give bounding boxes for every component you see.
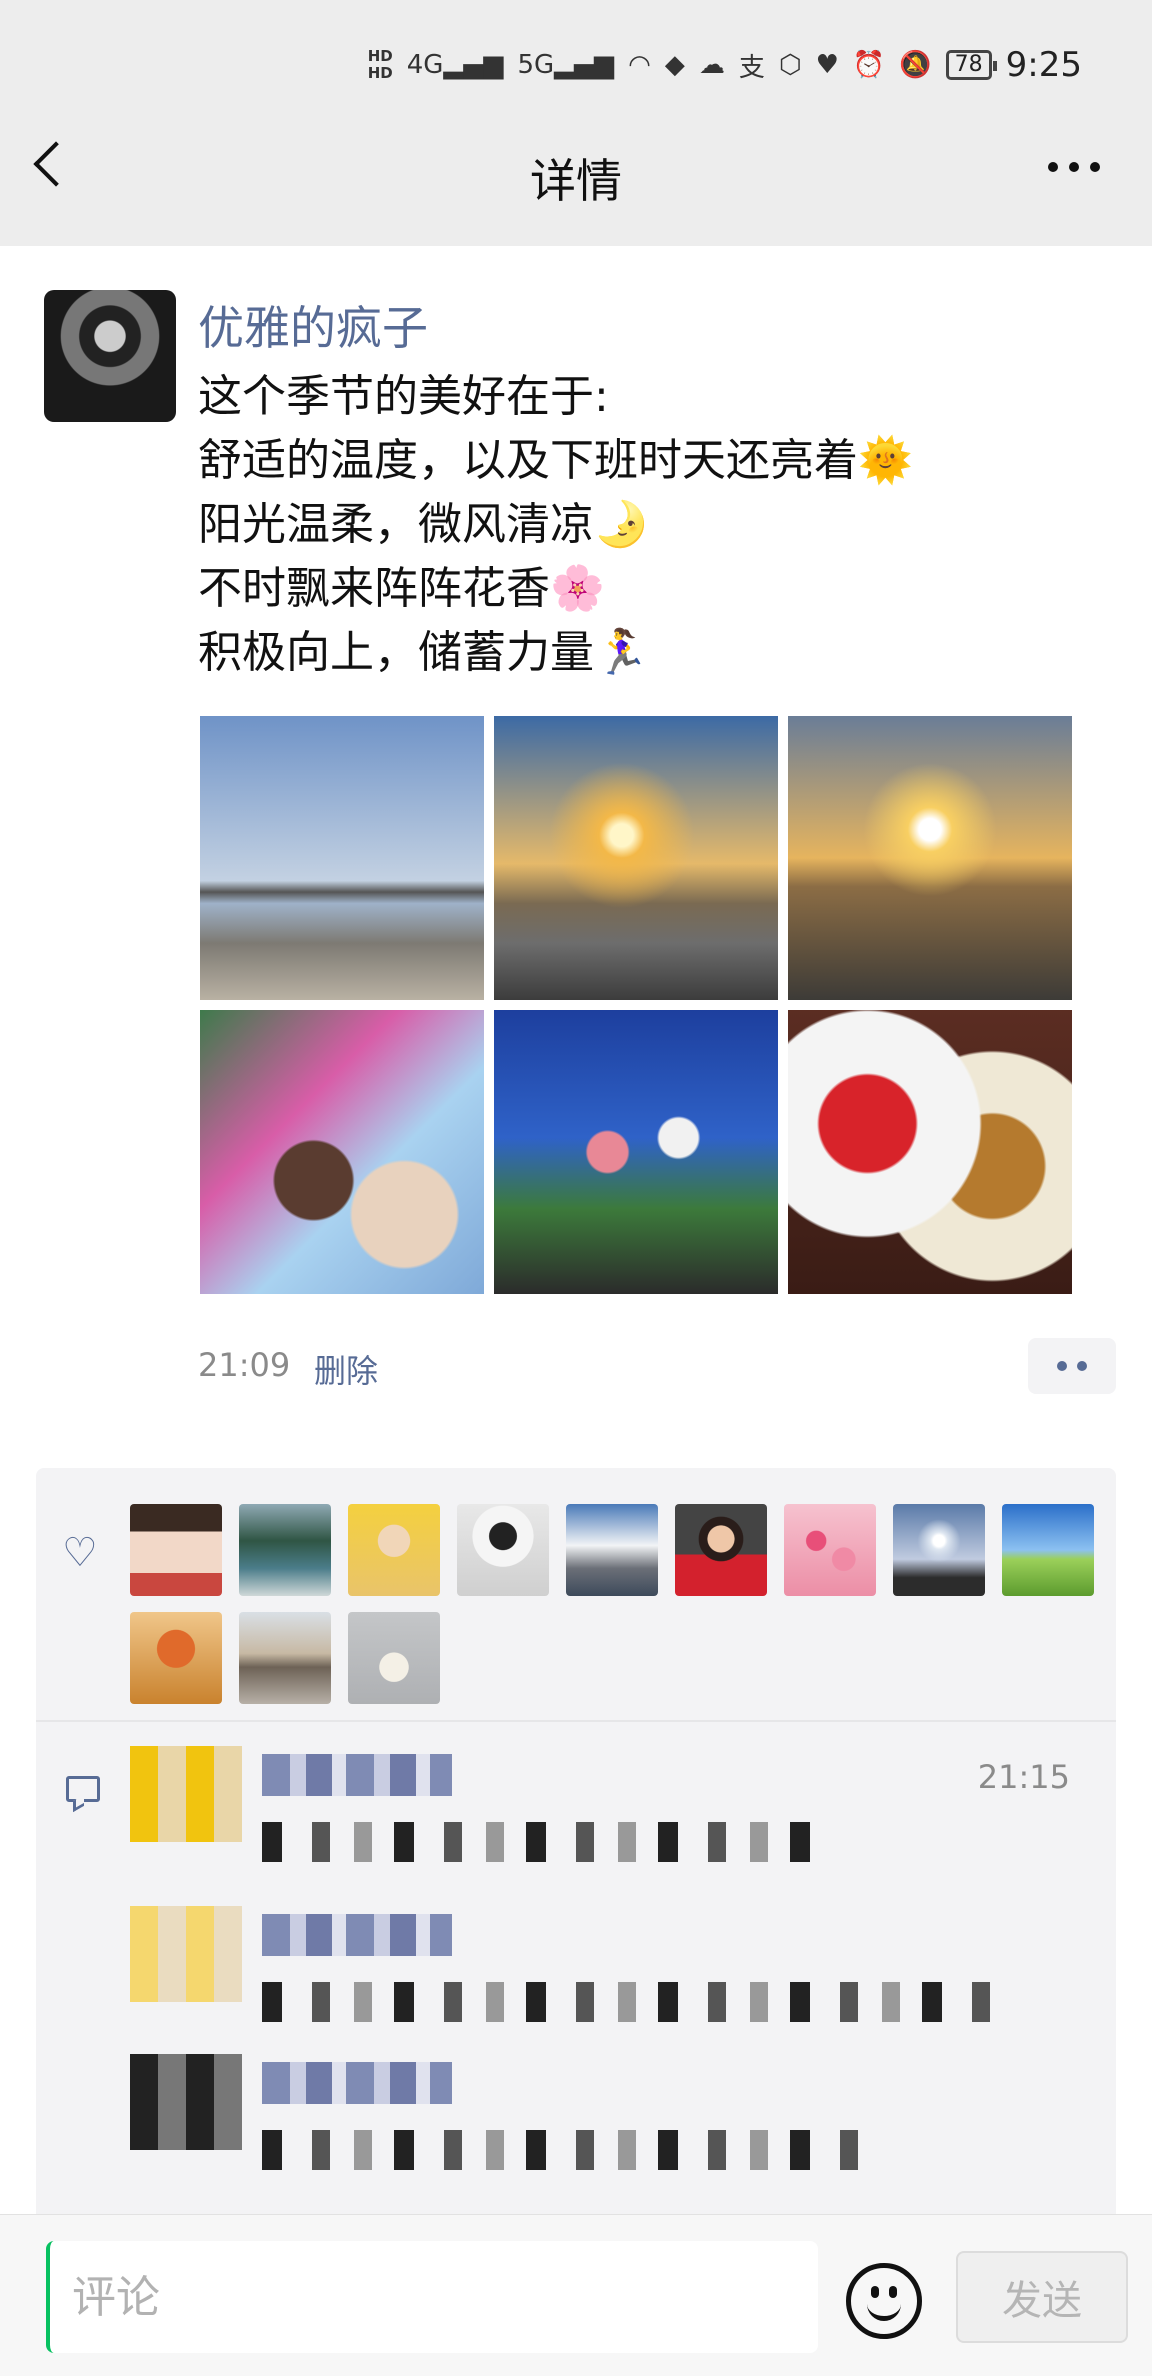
alipay-icon: 支	[738, 52, 765, 83]
commenter-avatar[interactable]	[130, 1906, 242, 2002]
status-bar: HD HD 4G▂▄▆ 5G▂▄▆ ◠ ◆ ☁ 支 ⬡ ♥ ⏰ 🔕 78 9:25	[368, 40, 1082, 90]
hd-icon: HD HD	[367, 47, 393, 82]
post-line: 不时飘来阵阵花香🌸	[198, 563, 605, 614]
comment-text	[262, 2130, 862, 2170]
commenter-name[interactable]	[262, 1914, 452, 1956]
comment-text	[262, 1982, 1002, 2022]
commenter-avatar[interactable]	[130, 1746, 242, 1842]
comment-icon	[66, 1776, 100, 1802]
delete-link[interactable]: 删除	[314, 1346, 378, 1392]
emoji-icon[interactable]	[846, 2263, 922, 2339]
liker-avatar[interactable]	[675, 1504, 767, 1596]
send-button[interactable]: 发送	[956, 2251, 1128, 2343]
commenter-name[interactable]	[262, 2062, 452, 2104]
more-actions-button[interactable]	[1028, 1338, 1116, 1394]
divider	[36, 1720, 1116, 1722]
commenter-avatar[interactable]	[130, 2054, 242, 2150]
alarm-icon: ⏰	[852, 50, 886, 80]
liker-avatar[interactable]	[1002, 1504, 1094, 1596]
liker-avatar[interactable]	[348, 1504, 440, 1596]
likers-list	[130, 1504, 1110, 1704]
health-icon: ♥	[815, 50, 839, 80]
photo-lake-reeds[interactable]	[200, 716, 484, 1000]
more-icon[interactable]	[1048, 162, 1100, 172]
photo-food[interactable]	[788, 1010, 1072, 1294]
shield-icon: ⬡	[778, 50, 802, 80]
photo-grid	[200, 716, 1072, 1294]
mute-icon: 🔕	[899, 50, 932, 80]
comment-input-bar: 发送	[0, 2214, 1152, 2376]
photo-sunset-path[interactable]	[494, 716, 778, 1000]
post-text: 这个季节的美好在于: 舒适的温度，以及下班时天还亮着🌞 阳光温柔，微风清凉🌛 不…	[198, 365, 1078, 685]
liker-avatar[interactable]	[130, 1612, 222, 1704]
wifi-icon: ◠	[628, 50, 651, 80]
liker-avatar[interactable]	[566, 1504, 658, 1596]
liker-avatar[interactable]	[348, 1612, 440, 1704]
signal-5g-icon: 5G▂▄▆	[517, 50, 615, 80]
comment-item[interactable]	[130, 1906, 1090, 2026]
battery-indicator: 78	[945, 50, 997, 80]
commenter-name[interactable]	[262, 1754, 452, 1796]
liker-avatar[interactable]	[457, 1504, 549, 1596]
comment-item[interactable]: 21:15	[130, 1746, 1090, 1866]
signal-4g-icon: 4G▂▄▆	[406, 50, 504, 80]
photo-sunset-lake[interactable]	[788, 716, 1072, 1000]
comment-input[interactable]	[46, 2241, 818, 2353]
photo-friends-holding-hands[interactable]	[494, 1010, 778, 1294]
post-line: 舒适的温度，以及下班时天还亮着🌞	[198, 435, 913, 486]
liker-avatar[interactable]	[893, 1504, 985, 1596]
comment-text	[262, 1822, 822, 1862]
liker-avatar[interactable]	[239, 1612, 331, 1704]
heart-icon: ♡	[62, 1530, 98, 1576]
liker-avatar[interactable]	[130, 1504, 222, 1596]
liker-avatar[interactable]	[784, 1504, 876, 1596]
author-avatar[interactable]	[44, 290, 176, 422]
post-time: 21:09	[198, 1346, 291, 1384]
post-line: 阳光温柔，微风清凉🌛	[198, 499, 649, 550]
photo-flowers-selfie[interactable]	[200, 1010, 484, 1294]
comment-item[interactable]	[130, 2054, 1090, 2174]
post-line: 这个季节的美好在于:	[198, 371, 609, 422]
top-bar: HD HD 4G▂▄▆ 5G▂▄▆ ◠ ◆ ☁ 支 ⬡ ♥ ⏰ 🔕 78 9:25…	[0, 0, 1152, 246]
cloud-icon: ☁	[698, 50, 725, 80]
post-line: 积极向上，储蓄力量🏃‍♀️	[198, 627, 649, 678]
page-title: 详情	[530, 154, 622, 208]
liker-avatar[interactable]	[239, 1504, 331, 1596]
clock: 9:25	[1005, 45, 1082, 85]
likes-comments-panel: ♡ 21:15	[36, 1468, 1116, 2228]
app-notification-icon: ◆	[664, 50, 685, 80]
comment-time: 21:15	[977, 1758, 1070, 1796]
author-name[interactable]: 优雅的疯子	[198, 292, 428, 358]
